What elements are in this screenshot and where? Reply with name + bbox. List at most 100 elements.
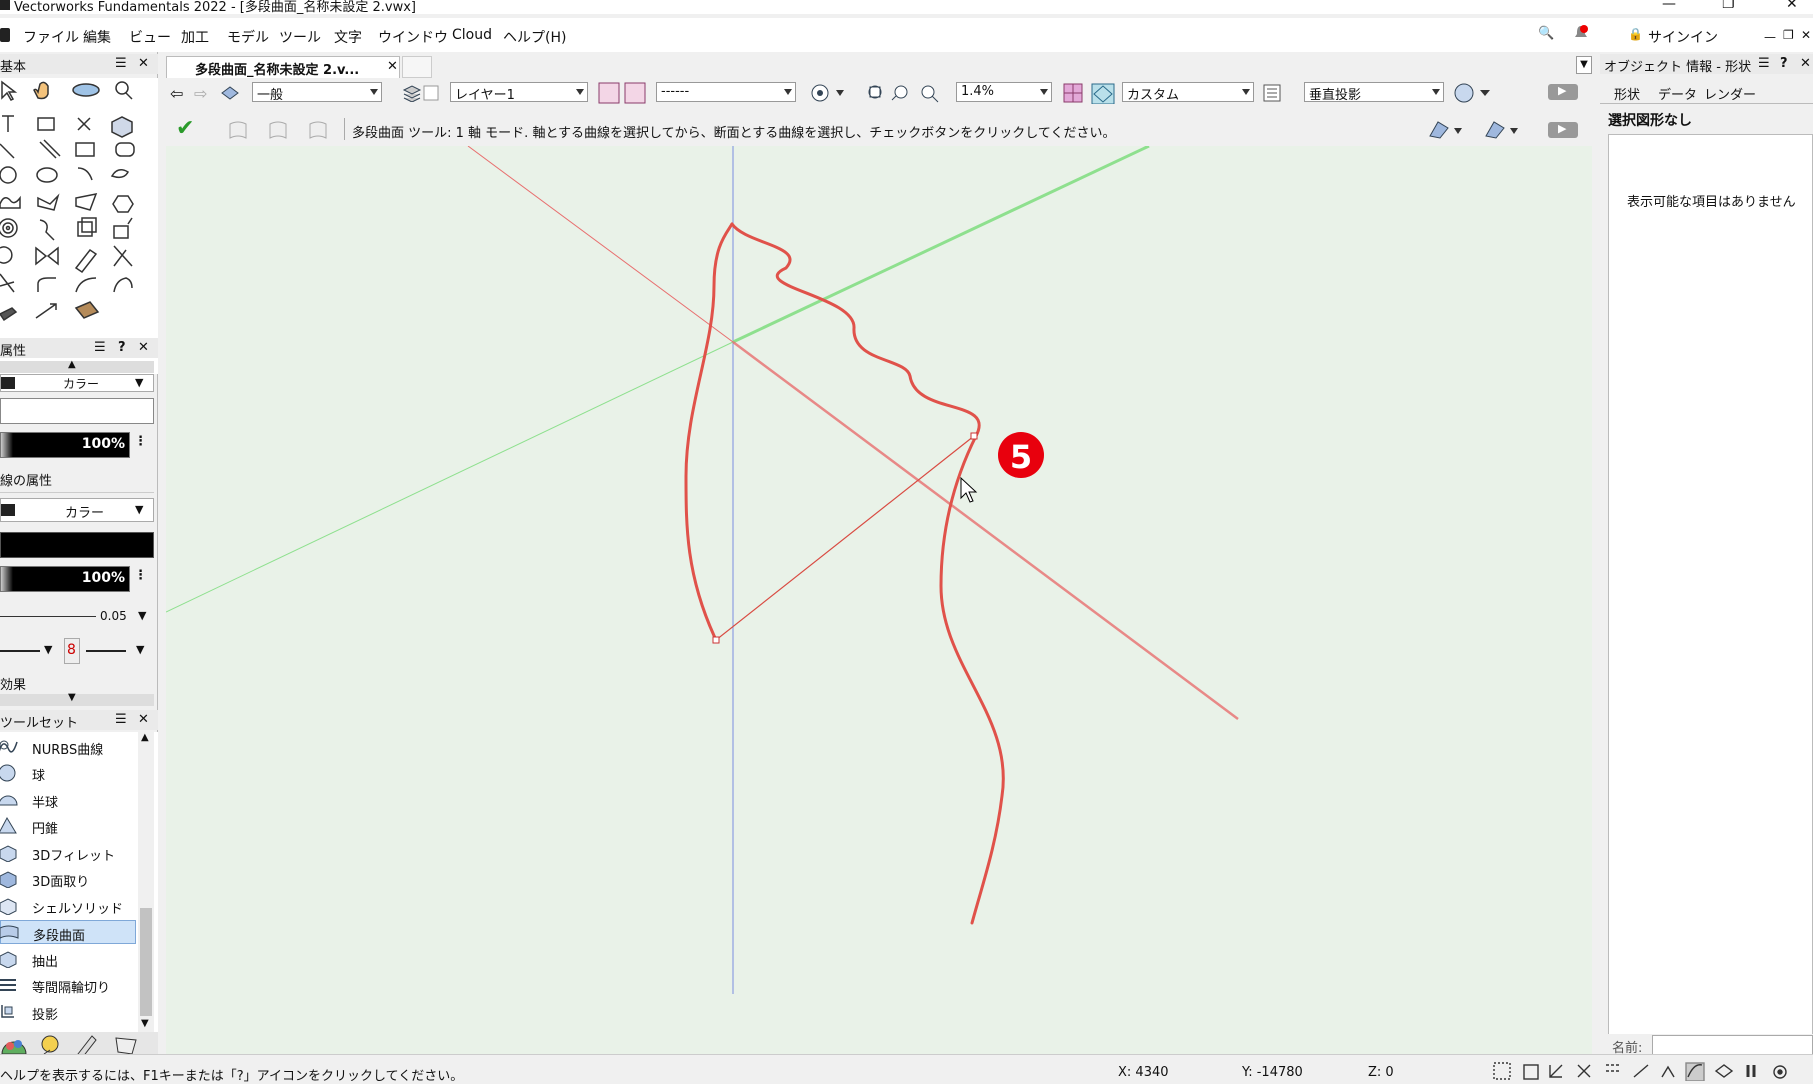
fill-type-select[interactable]: カラー ▼: [0, 374, 154, 392]
zoom-value: 1.4%: [961, 84, 995, 99]
attributes-menu-icon[interactable]: ☰: [94, 340, 106, 355]
toolset-item-shell-solid[interactable]: シェルソリッド: [0, 894, 136, 918]
loft-mode-icons[interactable]: [226, 120, 346, 142]
projection-icon[interactable]: [1262, 83, 1284, 103]
toolset-scrollbar[interactable]: ▲ ▼: [138, 732, 154, 1032]
document-tab[interactable]: 多段曲面_名称未設定 2.v... ✕: [166, 56, 400, 78]
doc-minimize-icon[interactable]: —: [1764, 30, 1776, 44]
toolset-item-extract[interactable]: 抽出: [0, 947, 136, 971]
name-input[interactable]: [1652, 1035, 1813, 1055]
tab-data[interactable]: データ: [1658, 84, 1697, 103]
toolset-menu-icon[interactable]: ☰: [115, 712, 127, 727]
palette-close-icon[interactable]: ✕: [138, 56, 149, 71]
menu-help[interactable]: ヘルプ(H): [503, 27, 566, 47]
obj-info-menu-icon[interactable]: ☰: [1758, 56, 1770, 71]
toolset-item-contour[interactable]: 等間隔輪切り: [0, 973, 136, 997]
toolset-close-icon[interactable]: ✕: [138, 712, 149, 727]
drawing-area[interactable]: 5: [166, 146, 1592, 1054]
line-marker-end-select[interactable]: ▼: [84, 638, 154, 664]
toolset-item-nurbs[interactable]: NURBS曲線: [0, 735, 136, 759]
obj-info-close-icon[interactable]: ✕: [1800, 56, 1811, 71]
toolset-item-loft-surface[interactable]: 多段曲面: [0, 920, 136, 944]
standard-view-icon[interactable]: [1452, 82, 1498, 104]
viewport-select[interactable]: ------: [656, 82, 796, 102]
line-color-swatch[interactable]: [0, 532, 154, 558]
view-options-icon[interactable]: [810, 82, 850, 104]
scroll-down-icon[interactable]: ▼: [141, 1018, 149, 1029]
toolset-item-project[interactable]: 投影: [0, 1000, 136, 1024]
class-icon[interactable]: [220, 84, 240, 102]
marker-swap-icon[interactable]: 8: [64, 638, 80, 664]
mode-bar-collapse-icon[interactable]: ▶: [1548, 122, 1578, 138]
menu-cloud[interactable]: Cloud: [452, 27, 492, 43]
line-type-select[interactable]: カラー ▼: [0, 498, 154, 522]
drawing-canvas[interactable]: 5: [166, 146, 1592, 1054]
line-opacity-bar[interactable]: 100%: [0, 566, 130, 592]
menu-bar: ファイル 編集 ビュー 加工 モデル ツール 文字 ウインドウ Cloud ヘル…: [0, 18, 1813, 52]
snap-toolbar[interactable]: [1490, 1059, 1813, 1081]
restore-icon[interactable]: ❐: [1722, 0, 1735, 12]
toolset-title: ツールセット: [0, 716, 79, 731]
back-arrow-icon[interactable]: ⇦: [170, 84, 183, 103]
document-icon[interactable]: [0, 28, 10, 42]
effects-expand-bar[interactable]: ▼: [0, 692, 154, 706]
title-bar: Vectorworks Fundamentals 2022 - [多段曲面_名称…: [0, 0, 1813, 14]
document-tab-close-icon[interactable]: ✕: [387, 59, 398, 74]
search-icon[interactable]: 🔍: [1538, 26, 1554, 41]
toolset-item-sphere[interactable]: 球: [0, 761, 136, 785]
attributes-collapse-bar[interactable]: ▲: [0, 359, 154, 373]
attributes-help-icon[interactable]: ?: [118, 340, 126, 355]
fill-opacity-more-icon[interactable]: ⋮: [134, 434, 147, 449]
saved-views-icon[interactable]: [598, 82, 648, 104]
palette-menu-icon[interactable]: ☰: [115, 56, 127, 71]
fill-color-swatch[interactable]: [0, 398, 154, 424]
menu-file[interactable]: ファイル: [23, 27, 79, 47]
expand-down-icon[interactable]: ▼: [68, 692, 76, 703]
menu-text[interactable]: 文字: [334, 27, 362, 47]
chevron-down-icon: ▼: [135, 503, 144, 516]
lock-icon: 🔒: [1628, 27, 1643, 41]
toolset-item-hemisphere[interactable]: 半球: [0, 788, 136, 812]
minimize-icon[interactable]: —: [1662, 0, 1676, 12]
doc-close-icon[interactable]: ✕: [1801, 28, 1811, 42]
attributes-close-icon[interactable]: ✕: [138, 340, 149, 355]
zoom-tools-icon[interactable]: [866, 82, 946, 104]
toolset-item-3d-fillet[interactable]: 3Dフィレット: [0, 841, 136, 865]
line-weight-select[interactable]: 0.05 ▼: [0, 604, 154, 630]
menu-model[interactable]: モデル: [227, 27, 269, 47]
menu-tools[interactable]: ツール: [279, 27, 321, 47]
toolset-item-cone[interactable]: 円錐: [0, 814, 136, 838]
menu-window[interactable]: ウインドウ: [378, 27, 448, 47]
zoom-select[interactable]: 1.4%: [956, 82, 1052, 102]
close-window-icon[interactable]: ✕: [1786, 0, 1798, 12]
menu-modify[interactable]: 加工: [181, 27, 209, 47]
line-opacity-more-icon[interactable]: ⋮: [134, 568, 147, 583]
doc-restore-icon[interactable]: ❐: [1783, 28, 1794, 42]
projection-select[interactable]: 垂直投影: [1304, 82, 1444, 103]
layer-select[interactable]: レイヤー1: [450, 82, 588, 103]
forward-arrow-icon[interactable]: ⇨: [194, 84, 207, 103]
menu-edit[interactable]: 編集: [83, 27, 111, 47]
line-marker-start-select[interactable]: ▼: [0, 638, 58, 664]
tab-render[interactable]: レンダー: [1704, 84, 1756, 103]
tab-shape[interactable]: 形状: [1614, 84, 1640, 103]
snap-options-icons[interactable]: [1426, 118, 1546, 142]
layer-icon[interactable]: [402, 84, 440, 102]
signin-link[interactable]: サインイン: [1648, 27, 1718, 47]
class-select[interactable]: 一般: [252, 82, 382, 103]
new-tab-button[interactable]: [402, 56, 432, 78]
toolset-item-3d-chamfer[interactable]: 3D面取り: [0, 867, 136, 891]
menu-view[interactable]: ビュー: [129, 27, 171, 47]
checkmark-icon[interactable]: ✔: [176, 116, 194, 141]
status-z-coordinate: Z: 0: [1368, 1065, 1394, 1080]
fill-opacity-bar[interactable]: 100%: [0, 432, 130, 458]
scroll-up-icon[interactable]: ▲: [141, 732, 149, 743]
notification-icon[interactable]: [1574, 25, 1588, 41]
render-select[interactable]: カスタム: [1122, 82, 1254, 103]
view-bar-collapse-icon[interactable]: ▶: [1548, 84, 1578, 100]
collapse-up-icon[interactable]: ▲: [68, 359, 76, 370]
scroll-thumb[interactable]: [140, 908, 152, 1016]
render-mode-icon[interactable]: [1062, 82, 1118, 104]
tabs-dropdown-icon[interactable]: ▼: [1576, 56, 1592, 74]
obj-info-help-icon[interactable]: ?: [1780, 56, 1788, 71]
